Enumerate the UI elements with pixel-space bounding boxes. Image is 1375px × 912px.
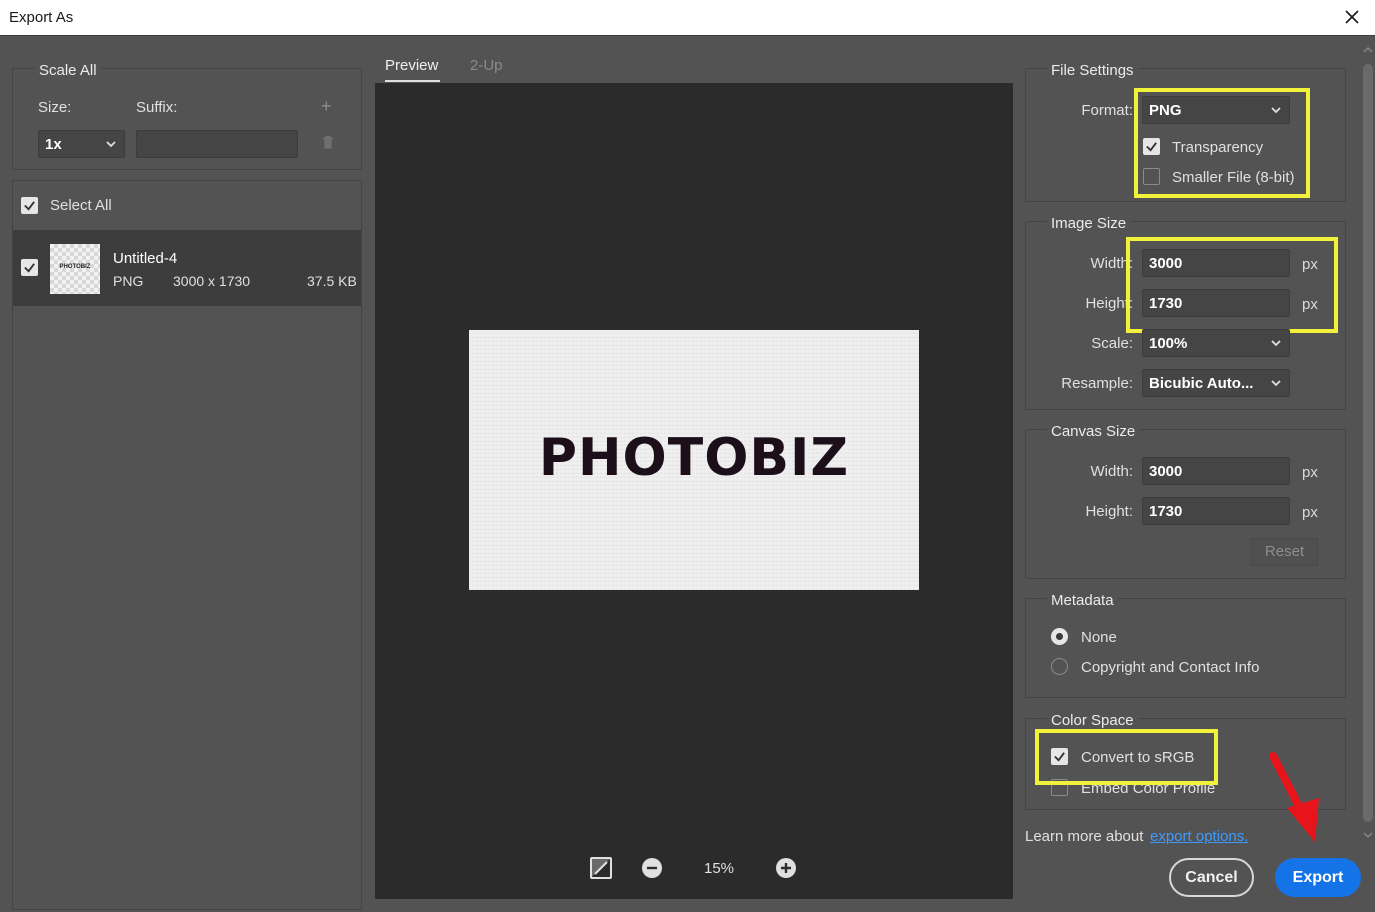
image-width-unit: px — [1302, 256, 1318, 273]
canvas-width-label: Width: — [1090, 463, 1133, 480]
canvas-height-unit: px — [1302, 504, 1318, 521]
export-options-link[interactable]: export options. — [1150, 828, 1248, 845]
add-scale-icon[interactable]: + — [321, 96, 332, 117]
chevron-down-icon — [1271, 340, 1281, 347]
metadata-copyright-radio[interactable] — [1051, 658, 1068, 675]
format-label: Format: — [1081, 102, 1133, 119]
suffix-label: Suffix: — [136, 99, 178, 116]
thumbnail-text: PHOTOBIZ — [59, 264, 91, 270]
close-icon[interactable] — [1341, 6, 1363, 28]
metadata-none-label: None — [1081, 629, 1117, 646]
preview-image-text: PHOTOBIZ — [538, 428, 850, 488]
zoom-level: 15% — [704, 860, 735, 877]
chevron-down-icon — [1271, 107, 1281, 114]
zoom-in-icon[interactable] — [775, 857, 797, 879]
asset-thumbnail: PHOTOBIZ — [50, 244, 100, 294]
image-width-label: Width: — [1090, 255, 1133, 272]
smaller-file-checkbox[interactable] — [1143, 168, 1160, 185]
canvas-width-unit: px — [1302, 464, 1318, 481]
transparency-label: Transparency — [1172, 139, 1264, 156]
resample-select-value: Bicubic Auto... — [1149, 375, 1254, 392]
metadata-group — [1025, 598, 1346, 698]
select-all-label: Select All — [50, 197, 112, 214]
window-title: Export As — [9, 9, 74, 26]
canvas-height-input[interactable]: 1730 — [1142, 497, 1290, 525]
format-select-value: PNG — [1149, 102, 1182, 119]
red-arrow-annotation — [1269, 752, 1319, 842]
learn-more-text: Learn more about — [1025, 828, 1144, 845]
scroll-up-icon[interactable] — [1363, 47, 1373, 53]
asset-checkbox[interactable] — [21, 259, 38, 276]
scale-label: Scale: — [1091, 335, 1133, 352]
convert-srgb-checkbox[interactable] — [1051, 748, 1068, 765]
image-width-input[interactable]: 3000 — [1142, 249, 1290, 277]
smaller-file-label: Smaller File (8-bit) — [1172, 169, 1295, 186]
tab-preview[interactable]: Preview — [385, 57, 438, 74]
chevron-down-icon — [1271, 380, 1281, 387]
metadata-copyright-label: Copyright and Contact Info — [1081, 659, 1260, 676]
scale-select[interactable]: 100% — [1142, 329, 1290, 357]
transparency-checkbox[interactable] — [1143, 138, 1160, 155]
format-select[interactable]: PNG — [1142, 96, 1290, 124]
embed-profile-checkbox[interactable] — [1051, 779, 1068, 796]
metadata-title: Metadata — [1047, 592, 1118, 609]
asset-dimensions: 3000 x 1730 — [173, 273, 251, 289]
embed-profile-label: Embed Color Profile — [1081, 780, 1216, 797]
image-size-title: Image Size — [1047, 215, 1131, 232]
color-space-title: Color Space — [1047, 712, 1138, 729]
scale-all-title: Scale All — [35, 62, 101, 79]
toggle-background-icon[interactable] — [589, 856, 613, 880]
asset-filesize: 37.5 KB — [307, 273, 357, 289]
size-label: Size: — [38, 99, 72, 116]
size-select[interactable]: 1x — [38, 130, 125, 158]
resample-label: Resample: — [1061, 375, 1133, 392]
tab-2-up[interactable]: 2-Up — [470, 57, 503, 74]
preview-image: PHOTOBIZ — [469, 330, 919, 590]
scroll-thumb[interactable] — [1363, 64, 1373, 822]
reset-button[interactable]: Reset — [1251, 538, 1318, 566]
cancel-button[interactable]: Cancel — [1169, 858, 1254, 897]
image-height-label: Height: — [1085, 295, 1133, 312]
title-bar: Export As — [0, 0, 1375, 36]
image-height-unit: px — [1302, 296, 1318, 313]
asset-format: PNG — [113, 273, 144, 289]
suffix-input[interactable] — [136, 130, 298, 158]
image-height-input[interactable]: 1730 — [1142, 289, 1290, 317]
chevron-down-icon — [106, 141, 116, 148]
canvas-width-input[interactable]: 3000 — [1142, 457, 1290, 485]
zoom-out-icon[interactable] — [641, 857, 663, 879]
file-settings-title: File Settings — [1047, 62, 1138, 79]
scale-select-value: 100% — [1149, 335, 1188, 352]
scroll-down-icon[interactable] — [1363, 832, 1373, 838]
select-all-checkbox[interactable] — [21, 197, 38, 214]
canvas-size-title: Canvas Size — [1047, 423, 1140, 440]
convert-srgb-label: Convert to sRGB — [1081, 749, 1195, 766]
metadata-none-radio[interactable] — [1051, 628, 1068, 645]
canvas-height-label: Height: — [1085, 503, 1133, 520]
trash-icon[interactable] — [322, 135, 334, 149]
asset-row[interactable]: PHOTOBIZ Untitled-4 PNG 3000 x 1730 37.5… — [13, 230, 361, 306]
export-button[interactable]: Export — [1275, 858, 1361, 897]
asset-name: Untitled-4 — [113, 250, 178, 267]
size-select-value: 1x — [45, 136, 62, 153]
tab-preview-underline — [385, 80, 440, 82]
resample-select[interactable]: Bicubic Auto... — [1142, 369, 1290, 397]
